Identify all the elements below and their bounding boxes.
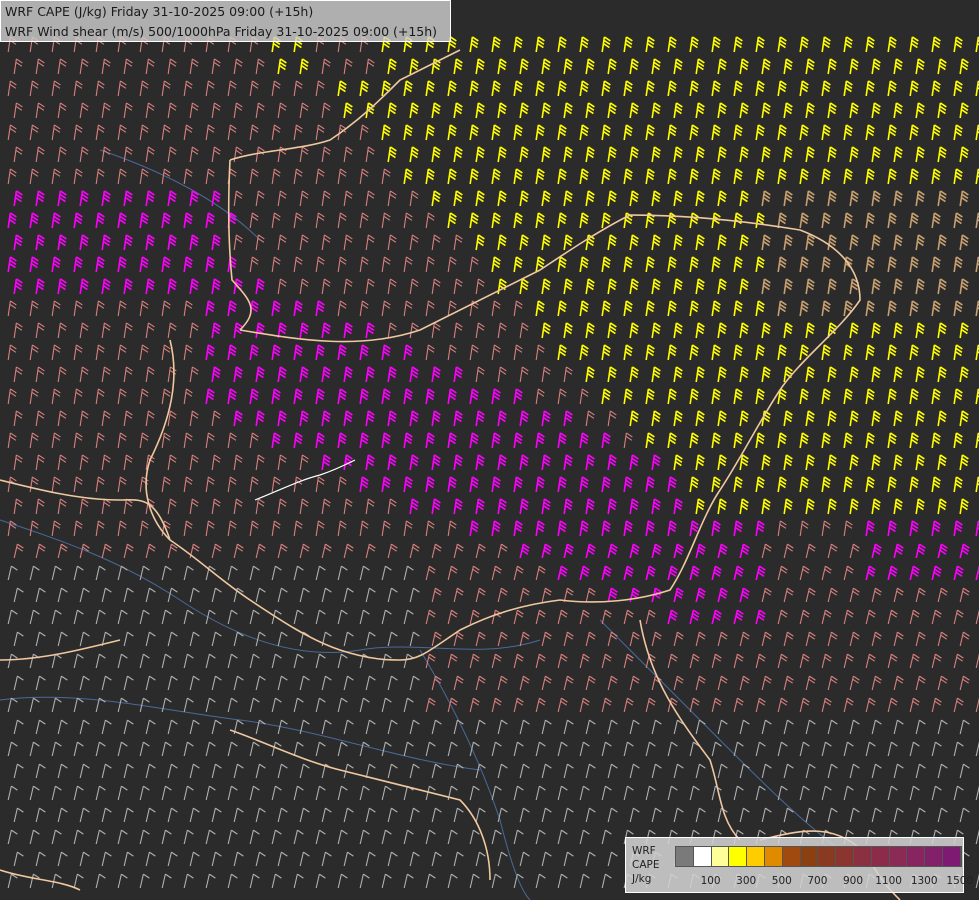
weather-map	[0, 0, 979, 900]
legend-tick-label: 900	[842, 875, 864, 887]
cape-legend: WRF CAPE J/kg 100 300 500 700 900 1100 1300 150…	[625, 837, 973, 893]
cape-title: WRF CAPE (J/kg) Friday 31-10-2025 09:00 …	[5, 4, 314, 19]
legend-swatch	[729, 847, 748, 866]
legend-swatch	[818, 847, 837, 866]
legend-swatch	[782, 847, 801, 866]
legend-swatch	[711, 847, 730, 866]
legend-model-label: WRF	[632, 845, 656, 857]
legend-swatch	[853, 847, 872, 866]
legend-swatch	[800, 847, 819, 866]
legend-unit-label: J/kg	[632, 873, 652, 885]
wind-shear-title: WRF Wind shear (m/s) 500/1000hPa Friday …	[5, 24, 438, 39]
legend-swatch	[676, 847, 694, 866]
legend-swatch	[942, 847, 961, 866]
legend-swatch	[925, 847, 943, 866]
map-title-box: WRF CAPE (J/kg) Friday 31-10-2025 09:00 …	[0, 0, 451, 42]
legend-tick-label: 300	[736, 875, 757, 887]
legend-swatch	[836, 847, 854, 866]
legend-tick-label: 1100	[875, 875, 902, 887]
legend-tick-label: 700	[807, 875, 828, 887]
legend-swatch	[747, 847, 765, 866]
legend-swatch	[907, 847, 926, 866]
legend-swatch	[889, 847, 908, 866]
legend-tick-label: 100	[700, 875, 721, 887]
legend-tick-label: 1300	[910, 875, 938, 887]
legend-swatch	[764, 847, 783, 866]
legend-swatch	[871, 847, 890, 866]
legend-swatch	[693, 847, 712, 866]
legend-tick-labels: 100 300 500 700 900 1100 1300 1500	[675, 875, 975, 887]
legend-variable-label: CAPE	[632, 859, 660, 871]
legend-tick-label: 1500	[946, 875, 974, 887]
legend-tick-label: 500	[771, 875, 792, 887]
legend-color-scale	[675, 846, 962, 867]
